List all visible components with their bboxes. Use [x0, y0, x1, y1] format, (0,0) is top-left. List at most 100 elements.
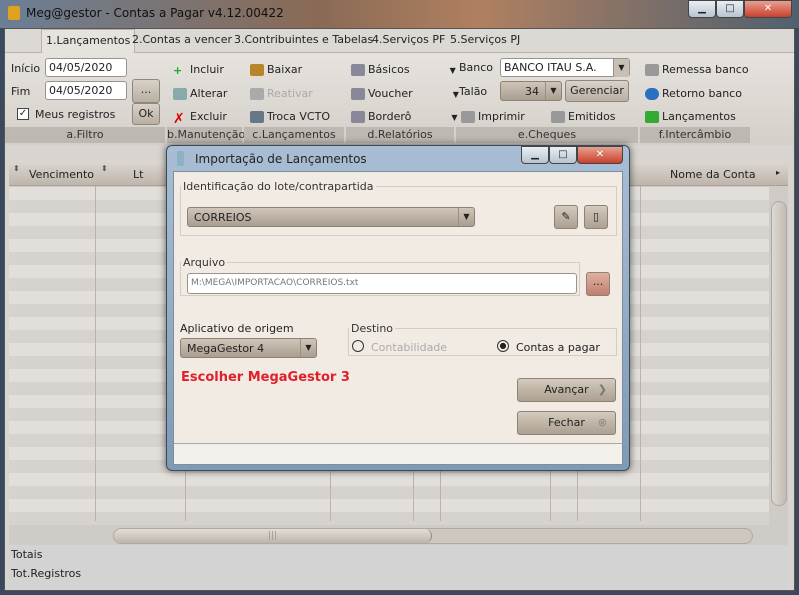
- reativar-label: Reativar: [267, 87, 313, 100]
- sort-icon: ⬍: [13, 164, 20, 173]
- ok-button[interactable]: Ok: [132, 103, 160, 125]
- remessa-label: Remessa banco: [662, 63, 749, 76]
- horizontal-scrollbar[interactable]: |||: [113, 528, 753, 544]
- intercambio-lancamentos-button[interactable]: Lançamentos: [645, 110, 736, 123]
- lote-select[interactable]: CORREIOS ▼: [187, 207, 475, 227]
- contas-pagar-radio[interactable]: ●: [497, 340, 509, 352]
- dialog-maximize-button[interactable]: □: [549, 146, 577, 164]
- lote-value: CORREIOS: [194, 211, 252, 224]
- reativar-button[interactable]: Reativar: [250, 87, 313, 100]
- column-lt[interactable]: Lt: [133, 168, 143, 181]
- basicos-button[interactable]: Básicos ▼: [351, 63, 456, 76]
- gerenciar-button[interactable]: Gerenciar: [565, 80, 629, 102]
- window-title: Meg@gestor - Contas a Pagar v4.12.00422: [26, 6, 284, 20]
- contabilidade-radio[interactable]: [352, 340, 364, 352]
- group-cheques: e.Cheques: [456, 127, 638, 143]
- table-row[interactable]: [9, 473, 769, 486]
- edit-lote-button[interactable]: ✎: [554, 205, 578, 229]
- aplicativo-select[interactable]: MegaGestor 4 ▼: [180, 338, 317, 358]
- chevron-down-icon: ▼: [300, 339, 316, 357]
- baixar-button[interactable]: Baixar: [250, 63, 302, 76]
- group-intercambio: f.Intercâmbio: [640, 127, 750, 143]
- browse-file-button[interactable]: ...: [586, 272, 610, 296]
- maximize-button[interactable]: □: [716, 0, 744, 18]
- chevron-right-icon[interactable]: ▸: [776, 168, 780, 177]
- talao-label: Talão: [459, 85, 488, 98]
- chevron-down-icon: ▼: [458, 208, 474, 226]
- tab-servicos-pf[interactable]: 4.Serviços PF: [372, 33, 445, 46]
- emitidos-label: Emitidos: [568, 110, 616, 123]
- voucher-button[interactable]: Voucher ▼: [351, 87, 459, 100]
- delete-icon: ✗: [173, 111, 185, 127]
- retorno-label: Retorno banco: [662, 87, 742, 100]
- baixar-label: Baixar: [267, 63, 303, 76]
- group-filtro: a.Filtro: [5, 127, 165, 143]
- recycle-icon: [250, 88, 264, 100]
- fim-date-field[interactable]: 04/05/2020: [45, 81, 127, 100]
- remessa-banco-button[interactable]: Remessa banco: [645, 63, 749, 76]
- excluir-button[interactable]: ✗ Excluir: [173, 110, 227, 127]
- tab-contas-a-vencer[interactable]: 2.Contas a vencer: [132, 33, 232, 46]
- excluir-label: Excluir: [190, 110, 227, 123]
- bordero-button[interactable]: Borderô ▼: [351, 110, 458, 123]
- tot-registros-label: Tot.Registros: [11, 567, 82, 580]
- table-row[interactable]: [9, 512, 769, 525]
- table-row[interactable]: [9, 499, 769, 512]
- chevron-down-icon: ▼: [613, 59, 629, 77]
- column-vencimento[interactable]: Vencimento: [29, 168, 94, 181]
- aplicativo-value: MegaGestor 4: [187, 342, 265, 355]
- ribbon: Início 04/05/2020 Fim 04/05/2020 ✓ Meus …: [5, 53, 794, 145]
- talao-select[interactable]: 34 ▼: [500, 81, 562, 101]
- banco-value: BANCO ITAU S.A.: [504, 61, 597, 74]
- pencil-icon: ✎: [561, 210, 571, 223]
- dialog-close-button[interactable]: ✕: [577, 146, 623, 164]
- retorno-banco-button[interactable]: Retorno banco: [645, 87, 742, 100]
- intercambio-lancamentos-label: Lançamentos: [662, 110, 736, 123]
- inicio-date-field[interactable]: 04/05/2020: [45, 58, 127, 77]
- arquivo-legend: Arquivo: [183, 256, 226, 269]
- minimize-button[interactable]: ▁: [688, 0, 716, 18]
- bordero-label: Borderô: [368, 110, 412, 123]
- inicio-label: Início: [11, 62, 41, 75]
- arquivo-input[interactable]: M:\MEGA\IMPORTACAO\CORREIOS.txt: [187, 273, 577, 294]
- close-button[interactable]: ✕: [744, 0, 792, 18]
- column-nome-da-conta[interactable]: Nome da Conta: [670, 168, 756, 181]
- new-lote-button[interactable]: ▯: [584, 205, 608, 229]
- fechar-button[interactable]: Fechar ⊗: [517, 411, 616, 435]
- chevron-down-icon: ▼: [545, 82, 561, 100]
- vertical-scrollbar[interactable]: [771, 201, 787, 506]
- troca-vcto-button[interactable]: Troca VCTO: [250, 110, 330, 123]
- chevron-right-icon: ❯: [597, 383, 607, 396]
- table-row[interactable]: [9, 486, 769, 499]
- meus-registros-checkbox[interactable]: ✓: [17, 108, 29, 120]
- status-bar: [174, 443, 622, 464]
- banco-select[interactable]: BANCO ITAU S.A. ▼: [500, 58, 630, 77]
- annotation-text: Escolher MegaGestor 3: [181, 370, 350, 385]
- close-circle-icon: ⊗: [597, 416, 607, 429]
- fechar-label: Fechar: [548, 416, 585, 429]
- tab-servicos-pj[interactable]: 5.Serviços PJ: [450, 33, 520, 46]
- incluir-button[interactable]: + Incluir: [173, 63, 224, 77]
- column-divider: [640, 186, 641, 521]
- tab-contribuintes[interactable]: 3.Contribuintes e Tabelas: [234, 33, 373, 46]
- printer-icon: [351, 111, 365, 123]
- download-icon: [645, 111, 659, 123]
- group-manutencao: b.Manutenção: [167, 127, 246, 143]
- money-icon: [250, 64, 264, 76]
- tab-lancamentos[interactable]: 1.Lançamentos: [41, 29, 136, 53]
- dialog-minimize-button[interactable]: ▁: [521, 146, 549, 164]
- sort-icon: ⬍: [101, 164, 108, 173]
- printer-icon: [551, 111, 565, 123]
- avancar-button[interactable]: Avançar ❯: [517, 378, 616, 402]
- incluir-label: Incluir: [190, 63, 224, 76]
- alterar-label: Alterar: [190, 87, 228, 100]
- alterar-button[interactable]: Alterar: [173, 87, 227, 100]
- group-relatorios: d.Relatórios: [346, 127, 454, 143]
- tab-bar: 1.Lançamentos 2.Contas a vencer 3.Contri…: [5, 29, 794, 53]
- fim-label: Fim: [11, 85, 31, 98]
- edit-icon: [173, 88, 187, 100]
- scroll-thumb[interactable]: |||: [114, 529, 432, 543]
- emitidos-button[interactable]: Emitidos: [551, 110, 616, 123]
- filter-more-button[interactable]: ...: [132, 79, 160, 103]
- imprimir-button[interactable]: Imprimir: [461, 110, 525, 123]
